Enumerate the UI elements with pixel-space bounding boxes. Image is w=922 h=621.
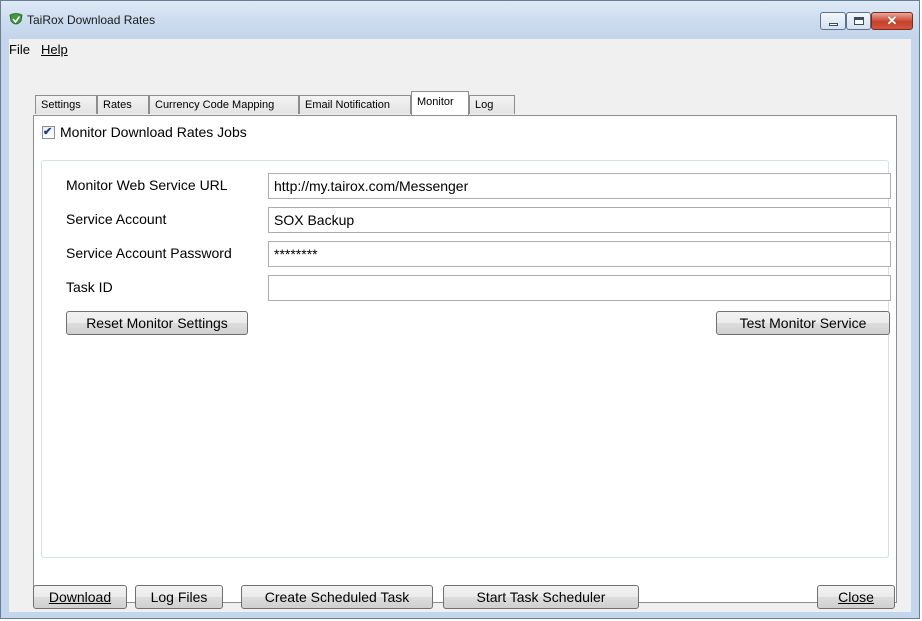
task-id-input[interactable] <box>268 275 891 301</box>
menu-help[interactable]: Help <box>41 42 68 57</box>
start-task-scheduler-button[interactable]: Start Task Scheduler <box>443 585 639 609</box>
tab-currency-code-mapping[interactable]: Currency Code Mapping <box>149 95 299 114</box>
close-icon: ✕ <box>886 13 898 28</box>
maximize-button[interactable] <box>846 12 871 30</box>
download-button[interactable]: Download <box>33 585 127 609</box>
start-scheduler-label: Start Task Scheduler <box>476 589 606 605</box>
title-bar[interactable]: TaiRox Download Rates ✕ <box>1 1 919 39</box>
log-files-label: Log Files <box>150 589 208 605</box>
tab-email-notification[interactable]: Email Notification <box>299 95 411 114</box>
service-account-label: Service Account <box>66 211 167 227</box>
monitor-settings-group: Monitor Web Service URL Service Account … <box>41 160 891 558</box>
monitor-jobs-checkbox[interactable]: ✔ <box>42 126 55 139</box>
download-label: Download <box>48 589 112 605</box>
create-scheduled-task-button[interactable]: Create Scheduled Task <box>241 585 433 609</box>
tab-rates[interactable]: Rates <box>97 95 149 114</box>
monitor-url-input[interactable] <box>268 173 891 199</box>
app-window: TaiRox Download Rates ✕ File Help Settin… <box>0 0 920 619</box>
shield-check-icon <box>9 13 23 27</box>
monitor-jobs-label[interactable]: Monitor Download Rates Jobs <box>60 124 247 140</box>
test-monitor-service-button[interactable]: Test Monitor Service <box>716 311 890 335</box>
minimize-button[interactable] <box>820 12 846 30</box>
tab-log[interactable]: Log <box>469 95 515 114</box>
close-window-button[interactable]: ✕ <box>871 12 913 30</box>
reset-monitor-settings-button[interactable]: Reset Monitor Settings <box>66 311 248 335</box>
tab-settings[interactable]: Settings <box>35 95 97 114</box>
monitor-tab-panel: ✔ Monitor Download Rates Jobs Monitor We… <box>33 115 897 603</box>
check-icon: ✔ <box>43 126 53 138</box>
minimize-icon <box>829 23 838 26</box>
service-password-input[interactable] <box>268 241 891 267</box>
window-title: TaiRox Download Rates <box>27 13 156 27</box>
client-area: File Help Settings Rates Currency Code M… <box>9 39 911 612</box>
task-id-label: Task ID <box>66 279 113 295</box>
close-button[interactable]: Close <box>817 585 895 609</box>
maximize-icon <box>854 17 864 25</box>
close-label: Close <box>838 589 874 605</box>
menu-bar: File Help <box>9 39 911 59</box>
tab-monitor[interactable]: Monitor <box>411 91 469 115</box>
service-account-input[interactable] <box>268 207 891 233</box>
service-password-label: Service Account Password <box>66 245 232 261</box>
log-files-button[interactable]: Log Files <box>135 585 223 609</box>
menu-file[interactable]: File <box>9 42 30 57</box>
create-task-label: Create Scheduled Task <box>264 589 410 605</box>
url-label: Monitor Web Service URL <box>66 177 228 193</box>
